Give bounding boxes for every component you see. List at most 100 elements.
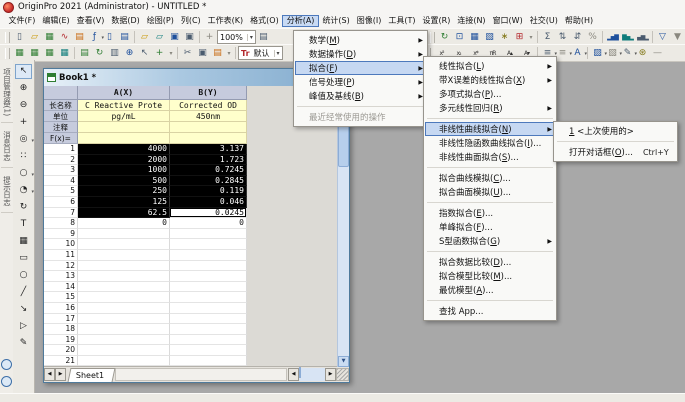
menubar-item[interactable]: 编辑(E)	[39, 15, 73, 27]
sort-column-icon[interactable]: ⇵	[570, 31, 585, 44]
print-icon[interactable]: ▤	[256, 31, 271, 44]
highlight-color-icon[interactable]: ▧▾	[605, 47, 620, 60]
new-workbook-icon[interactable]: ▦	[42, 31, 57, 44]
menu-item[interactable]: 拟合数据比较(D)...	[425, 255, 555, 269]
cell[interactable]: 250	[78, 186, 170, 197]
cell[interactable]	[170, 324, 247, 335]
plot-template-icon[interactable]: ▄▆▂	[635, 31, 650, 44]
digitizer-icon[interactable]: +	[202, 31, 217, 44]
toolbar-grip[interactable]	[5, 48, 10, 59]
sum-on-column-icon[interactable]: Σ	[540, 31, 555, 44]
cell[interactable]: 1.723	[170, 155, 247, 166]
save-icon[interactable]: ▣	[167, 31, 182, 44]
row-number[interactable]: 6	[44, 197, 78, 208]
hscroll-right-icon[interactable]: ▶	[325, 368, 336, 381]
polygon-tool-icon[interactable]: ▷	[15, 319, 32, 334]
tab-scroll-right-icon[interactable]: ▶	[55, 368, 66, 381]
resize-grip[interactable]	[336, 368, 349, 381]
menu-item[interactable]: 数学(M)▶	[295, 33, 426, 47]
row-label[interactable]: 单位	[44, 111, 78, 122]
row-label[interactable]: 长名称	[44, 100, 78, 111]
cell[interactable]: Corrected OD	[170, 100, 247, 111]
save-template-icon[interactable]: ▣	[182, 31, 197, 44]
cell[interactable]: 0	[78, 218, 170, 229]
cell[interactable]: 1000	[78, 165, 170, 176]
cell[interactable]	[78, 303, 170, 314]
row-number[interactable]: 16	[44, 303, 78, 314]
text-tool-icon[interactable]: T	[15, 217, 32, 232]
row-number[interactable]: 19	[44, 335, 78, 346]
cell[interactable]	[78, 314, 170, 325]
menu-item[interactable]: 指数拟合(E)...	[425, 206, 555, 220]
plot-bar-chart-icon[interactable]: ▂▅▇	[605, 31, 620, 44]
zoom-out-tool-icon[interactable]: ⊖	[15, 98, 32, 113]
cell[interactable]	[170, 303, 247, 314]
cell[interactable]	[170, 314, 247, 325]
menubar-item[interactable]: 连接(N)	[454, 15, 489, 27]
menubar-item[interactable]: 帮助(H)	[561, 15, 596, 27]
sort-worksheet-icon[interactable]: ⇅	[555, 31, 570, 44]
cell[interactable]	[78, 229, 170, 240]
cell[interactable]	[78, 335, 170, 346]
cell[interactable]: pg/mL	[78, 111, 170, 122]
line-color-icon[interactable]: ✎▾	[620, 47, 635, 60]
arrow-tool-icon[interactable]: ↘	[15, 302, 32, 317]
cell[interactable]	[170, 229, 247, 240]
options-gear-icon[interactable]: ∗	[497, 31, 512, 44]
scroll-down-icon[interactable]: ▼	[338, 356, 349, 367]
new-graph-icon[interactable]: ∿	[57, 31, 72, 44]
row-number[interactable]: 1	[44, 144, 78, 155]
import-wizard-icon[interactable]: ▦	[12, 47, 27, 60]
row-number[interactable]: 5	[44, 186, 78, 197]
row-number[interactable]: 21	[44, 356, 78, 367]
menu-item[interactable]: 拟合曲面模拟(U)...	[425, 185, 555, 199]
cell[interactable]: 2000	[78, 155, 170, 166]
cell[interactable]	[78, 345, 170, 356]
cell[interactable]	[78, 122, 170, 133]
menu-item[interactable]: 非线性曲面拟合(S)...	[425, 150, 555, 164]
column-header-b[interactable]: B(Y)	[170, 86, 247, 100]
menu-item[interactable]: 线性拟合(L)▶	[425, 59, 555, 73]
menu-item[interactable]: 多项式拟合(P)...	[425, 87, 555, 101]
cell[interactable]: 450nm	[170, 111, 247, 122]
open-template-icon[interactable]: ▱	[152, 31, 167, 44]
menubar-item[interactable]: 统计(S)	[319, 15, 353, 27]
row-number[interactable]: 12	[44, 261, 78, 272]
menu-item[interactable]: 多元线性回归(R)▶	[425, 101, 555, 115]
data-filter-enable-icon[interactable]: ▼	[670, 31, 685, 44]
cell[interactable]: 3.137	[170, 144, 247, 155]
menu-item[interactable]: 信号处理(P)▶	[295, 75, 426, 89]
menubar-item[interactable]: 分析(A)	[282, 15, 319, 27]
cell[interactable]: 4000	[78, 144, 170, 155]
menubar-item[interactable]: 列(C)	[177, 15, 204, 27]
mask-tool-icon[interactable]: ◔▾	[15, 183, 32, 198]
cell[interactable]: 62.5	[78, 208, 170, 219]
toolbar-grip[interactable]	[430, 32, 435, 43]
cut-icon[interactable]: ✂	[180, 47, 195, 60]
menubar-item[interactable]: 查看(V)	[73, 15, 108, 27]
menubar-item[interactable]: 图像(I)	[353, 15, 385, 27]
vertical-scrollbar[interactable]: ▲ ▼	[337, 100, 349, 367]
row-number[interactable]: 2	[44, 155, 78, 166]
column-header-a[interactable]: A(X)	[78, 86, 170, 100]
cell[interactable]	[78, 271, 170, 282]
row-label[interactable]: 注释	[44, 122, 78, 133]
row-number[interactable]: 14	[44, 282, 78, 293]
hscroll-left-icon[interactable]: ◀	[288, 368, 299, 381]
data-selector-tool-icon[interactable]: ∷	[15, 149, 32, 164]
list-format-icon[interactable]: ≡▾	[555, 47, 570, 60]
fill-color-icon[interactable]: ▨▾	[590, 47, 605, 60]
cell[interactable]	[170, 250, 247, 261]
menu-item[interactable]: 拟合模型比较(M)...	[425, 269, 555, 283]
add-connector-icon[interactable]: +	[152, 47, 167, 60]
add-sparklines-icon[interactable]: ⊞	[512, 31, 527, 44]
open-icon[interactable]: ▱	[137, 31, 152, 44]
cell[interactable]	[78, 239, 170, 250]
cell[interactable]	[170, 122, 247, 133]
cell[interactable]	[170, 345, 247, 356]
worksheet-query-icon[interactable]: ▦	[467, 31, 482, 44]
menu-item[interactable]: 查找 App...	[425, 304, 555, 318]
menu-item[interactable]: 1 <上次使用的>	[555, 124, 676, 138]
cell[interactable]: C Reactive Prote	[78, 100, 170, 111]
menu-item[interactable]: 单峰拟合(F)...	[425, 220, 555, 234]
